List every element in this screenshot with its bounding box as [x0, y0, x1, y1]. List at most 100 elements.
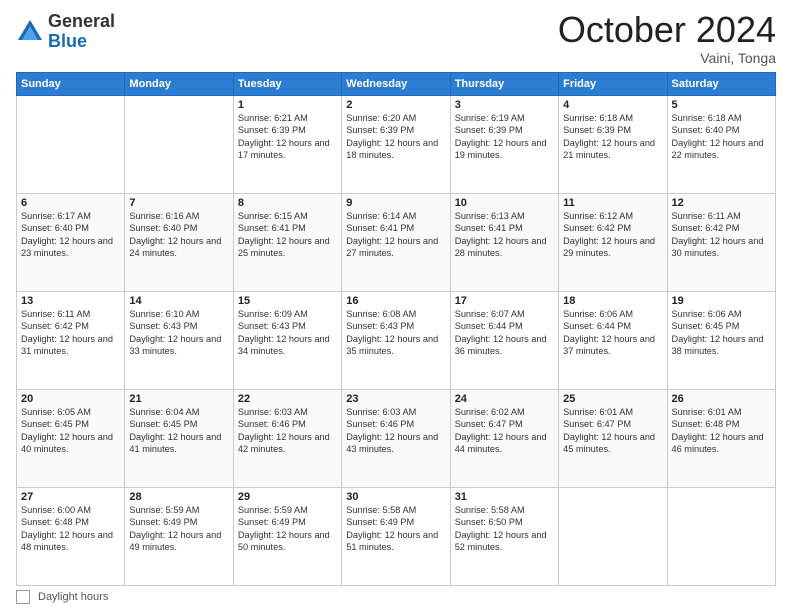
calendar-cell: 23Sunrise: 6:03 AMSunset: 6:46 PMDayligh…: [342, 390, 450, 488]
weekday-header-monday: Monday: [125, 73, 233, 96]
calendar-cell: 22Sunrise: 6:03 AMSunset: 6:46 PMDayligh…: [233, 390, 341, 488]
day-info: Sunrise: 6:12 AMSunset: 6:42 PMDaylight:…: [563, 210, 662, 260]
day-number: 9: [346, 197, 445, 209]
weekday-header-sunday: Sunday: [17, 73, 125, 96]
day-info: Sunrise: 6:07 AMSunset: 6:44 PMDaylight:…: [455, 308, 554, 358]
calendar-cell: 7Sunrise: 6:16 AMSunset: 6:40 PMDaylight…: [125, 194, 233, 292]
day-number: 29: [238, 491, 337, 503]
calendar-cell: 18Sunrise: 6:06 AMSunset: 6:44 PMDayligh…: [559, 292, 667, 390]
day-number: 28: [129, 491, 228, 503]
day-info: Sunrise: 6:04 AMSunset: 6:45 PMDaylight:…: [129, 406, 228, 456]
day-number: 22: [238, 393, 337, 405]
calendar-table: SundayMondayTuesdayWednesdayThursdayFrid…: [16, 72, 776, 586]
day-number: 19: [672, 295, 771, 307]
calendar-cell: 3Sunrise: 6:19 AMSunset: 6:39 PMDaylight…: [450, 96, 558, 194]
calendar-cell: 15Sunrise: 6:09 AMSunset: 6:43 PMDayligh…: [233, 292, 341, 390]
calendar-cell: 9Sunrise: 6:14 AMSunset: 6:41 PMDaylight…: [342, 194, 450, 292]
calendar-cell: 30Sunrise: 5:58 AMSunset: 6:49 PMDayligh…: [342, 488, 450, 586]
calendar-week-1: 1Sunrise: 6:21 AMSunset: 6:39 PMDaylight…: [17, 96, 776, 194]
day-info: Sunrise: 5:59 AMSunset: 6:49 PMDaylight:…: [238, 504, 337, 554]
calendar-cell: 10Sunrise: 6:13 AMSunset: 6:41 PMDayligh…: [450, 194, 558, 292]
calendar-cell: 6Sunrise: 6:17 AMSunset: 6:40 PMDaylight…: [17, 194, 125, 292]
day-info: Sunrise: 6:08 AMSunset: 6:43 PMDaylight:…: [346, 308, 445, 358]
weekday-header-thursday: Thursday: [450, 73, 558, 96]
calendar-cell: 16Sunrise: 6:08 AMSunset: 6:43 PMDayligh…: [342, 292, 450, 390]
logo-icon: [16, 18, 44, 46]
page: General Blue October 2024 Vaini, Tonga S…: [0, 0, 792, 612]
calendar-cell: 14Sunrise: 6:10 AMSunset: 6:43 PMDayligh…: [125, 292, 233, 390]
day-number: 23: [346, 393, 445, 405]
day-info: Sunrise: 6:11 AMSunset: 6:42 PMDaylight:…: [672, 210, 771, 260]
day-info: Sunrise: 6:14 AMSunset: 6:41 PMDaylight:…: [346, 210, 445, 260]
day-info: Sunrise: 5:58 AMSunset: 6:50 PMDaylight:…: [455, 504, 554, 554]
calendar-cell: 1Sunrise: 6:21 AMSunset: 6:39 PMDaylight…: [233, 96, 341, 194]
day-info: Sunrise: 6:01 AMSunset: 6:48 PMDaylight:…: [672, 406, 771, 456]
day-info: Sunrise: 6:03 AMSunset: 6:46 PMDaylight:…: [238, 406, 337, 456]
calendar-cell: 5Sunrise: 6:18 AMSunset: 6:40 PMDaylight…: [667, 96, 775, 194]
header: General Blue October 2024 Vaini, Tonga: [16, 12, 776, 66]
day-info: Sunrise: 6:09 AMSunset: 6:43 PMDaylight:…: [238, 308, 337, 358]
day-number: 24: [455, 393, 554, 405]
day-info: Sunrise: 6:02 AMSunset: 6:47 PMDaylight:…: [455, 406, 554, 456]
daylight-label: Daylight hours: [38, 591, 108, 603]
calendar-cell: [17, 96, 125, 194]
calendar-week-2: 6Sunrise: 6:17 AMSunset: 6:40 PMDaylight…: [17, 194, 776, 292]
month-title: October 2024: [558, 12, 776, 48]
day-number: 8: [238, 197, 337, 209]
day-info: Sunrise: 6:18 AMSunset: 6:39 PMDaylight:…: [563, 112, 662, 162]
daylight-box-icon: [16, 590, 30, 604]
day-info: Sunrise: 6:01 AMSunset: 6:47 PMDaylight:…: [563, 406, 662, 456]
calendar-cell: 20Sunrise: 6:05 AMSunset: 6:45 PMDayligh…: [17, 390, 125, 488]
day-number: 5: [672, 99, 771, 111]
weekday-header-row: SundayMondayTuesdayWednesdayThursdayFrid…: [17, 73, 776, 96]
day-number: 7: [129, 197, 228, 209]
day-info: Sunrise: 6:16 AMSunset: 6:40 PMDaylight:…: [129, 210, 228, 260]
footer: Daylight hours: [16, 590, 776, 604]
day-number: 20: [21, 393, 120, 405]
calendar-week-4: 20Sunrise: 6:05 AMSunset: 6:45 PMDayligh…: [17, 390, 776, 488]
calendar-week-3: 13Sunrise: 6:11 AMSunset: 6:42 PMDayligh…: [17, 292, 776, 390]
day-number: 30: [346, 491, 445, 503]
day-info: Sunrise: 6:10 AMSunset: 6:43 PMDaylight:…: [129, 308, 228, 358]
calendar-cell: 17Sunrise: 6:07 AMSunset: 6:44 PMDayligh…: [450, 292, 558, 390]
logo-blue: Blue: [48, 31, 87, 51]
weekday-header-wednesday: Wednesday: [342, 73, 450, 96]
day-info: Sunrise: 6:06 AMSunset: 6:45 PMDaylight:…: [672, 308, 771, 358]
calendar-cell: 25Sunrise: 6:01 AMSunset: 6:47 PMDayligh…: [559, 390, 667, 488]
calendar-cell: 8Sunrise: 6:15 AMSunset: 6:41 PMDaylight…: [233, 194, 341, 292]
calendar-cell: 24Sunrise: 6:02 AMSunset: 6:47 PMDayligh…: [450, 390, 558, 488]
logo-general: General: [48, 11, 115, 31]
calendar-cell: 4Sunrise: 6:18 AMSunset: 6:39 PMDaylight…: [559, 96, 667, 194]
logo-text: General Blue: [48, 12, 115, 52]
day-number: 1: [238, 99, 337, 111]
calendar-cell: [667, 488, 775, 586]
calendar-cell: 2Sunrise: 6:20 AMSunset: 6:39 PMDaylight…: [342, 96, 450, 194]
day-info: Sunrise: 5:59 AMSunset: 6:49 PMDaylight:…: [129, 504, 228, 554]
day-number: 12: [672, 197, 771, 209]
weekday-header-friday: Friday: [559, 73, 667, 96]
calendar-cell: 27Sunrise: 6:00 AMSunset: 6:48 PMDayligh…: [17, 488, 125, 586]
location-subtitle: Vaini, Tonga: [558, 50, 776, 66]
day-number: 15: [238, 295, 337, 307]
day-info: Sunrise: 5:58 AMSunset: 6:49 PMDaylight:…: [346, 504, 445, 554]
logo: General Blue: [16, 12, 115, 52]
calendar-cell: 11Sunrise: 6:12 AMSunset: 6:42 PMDayligh…: [559, 194, 667, 292]
day-info: Sunrise: 6:21 AMSunset: 6:39 PMDaylight:…: [238, 112, 337, 162]
day-number: 17: [455, 295, 554, 307]
calendar-cell: 29Sunrise: 5:59 AMSunset: 6:49 PMDayligh…: [233, 488, 341, 586]
day-number: 31: [455, 491, 554, 503]
day-number: 25: [563, 393, 662, 405]
calendar-cell: 13Sunrise: 6:11 AMSunset: 6:42 PMDayligh…: [17, 292, 125, 390]
calendar-cell: 31Sunrise: 5:58 AMSunset: 6:50 PMDayligh…: [450, 488, 558, 586]
day-info: Sunrise: 6:20 AMSunset: 6:39 PMDaylight:…: [346, 112, 445, 162]
weekday-header-saturday: Saturday: [667, 73, 775, 96]
day-info: Sunrise: 6:05 AMSunset: 6:45 PMDaylight:…: [21, 406, 120, 456]
day-number: 3: [455, 99, 554, 111]
day-info: Sunrise: 6:00 AMSunset: 6:48 PMDaylight:…: [21, 504, 120, 554]
day-number: 26: [672, 393, 771, 405]
day-number: 18: [563, 295, 662, 307]
day-info: Sunrise: 6:19 AMSunset: 6:39 PMDaylight:…: [455, 112, 554, 162]
day-number: 27: [21, 491, 120, 503]
day-number: 10: [455, 197, 554, 209]
day-number: 16: [346, 295, 445, 307]
